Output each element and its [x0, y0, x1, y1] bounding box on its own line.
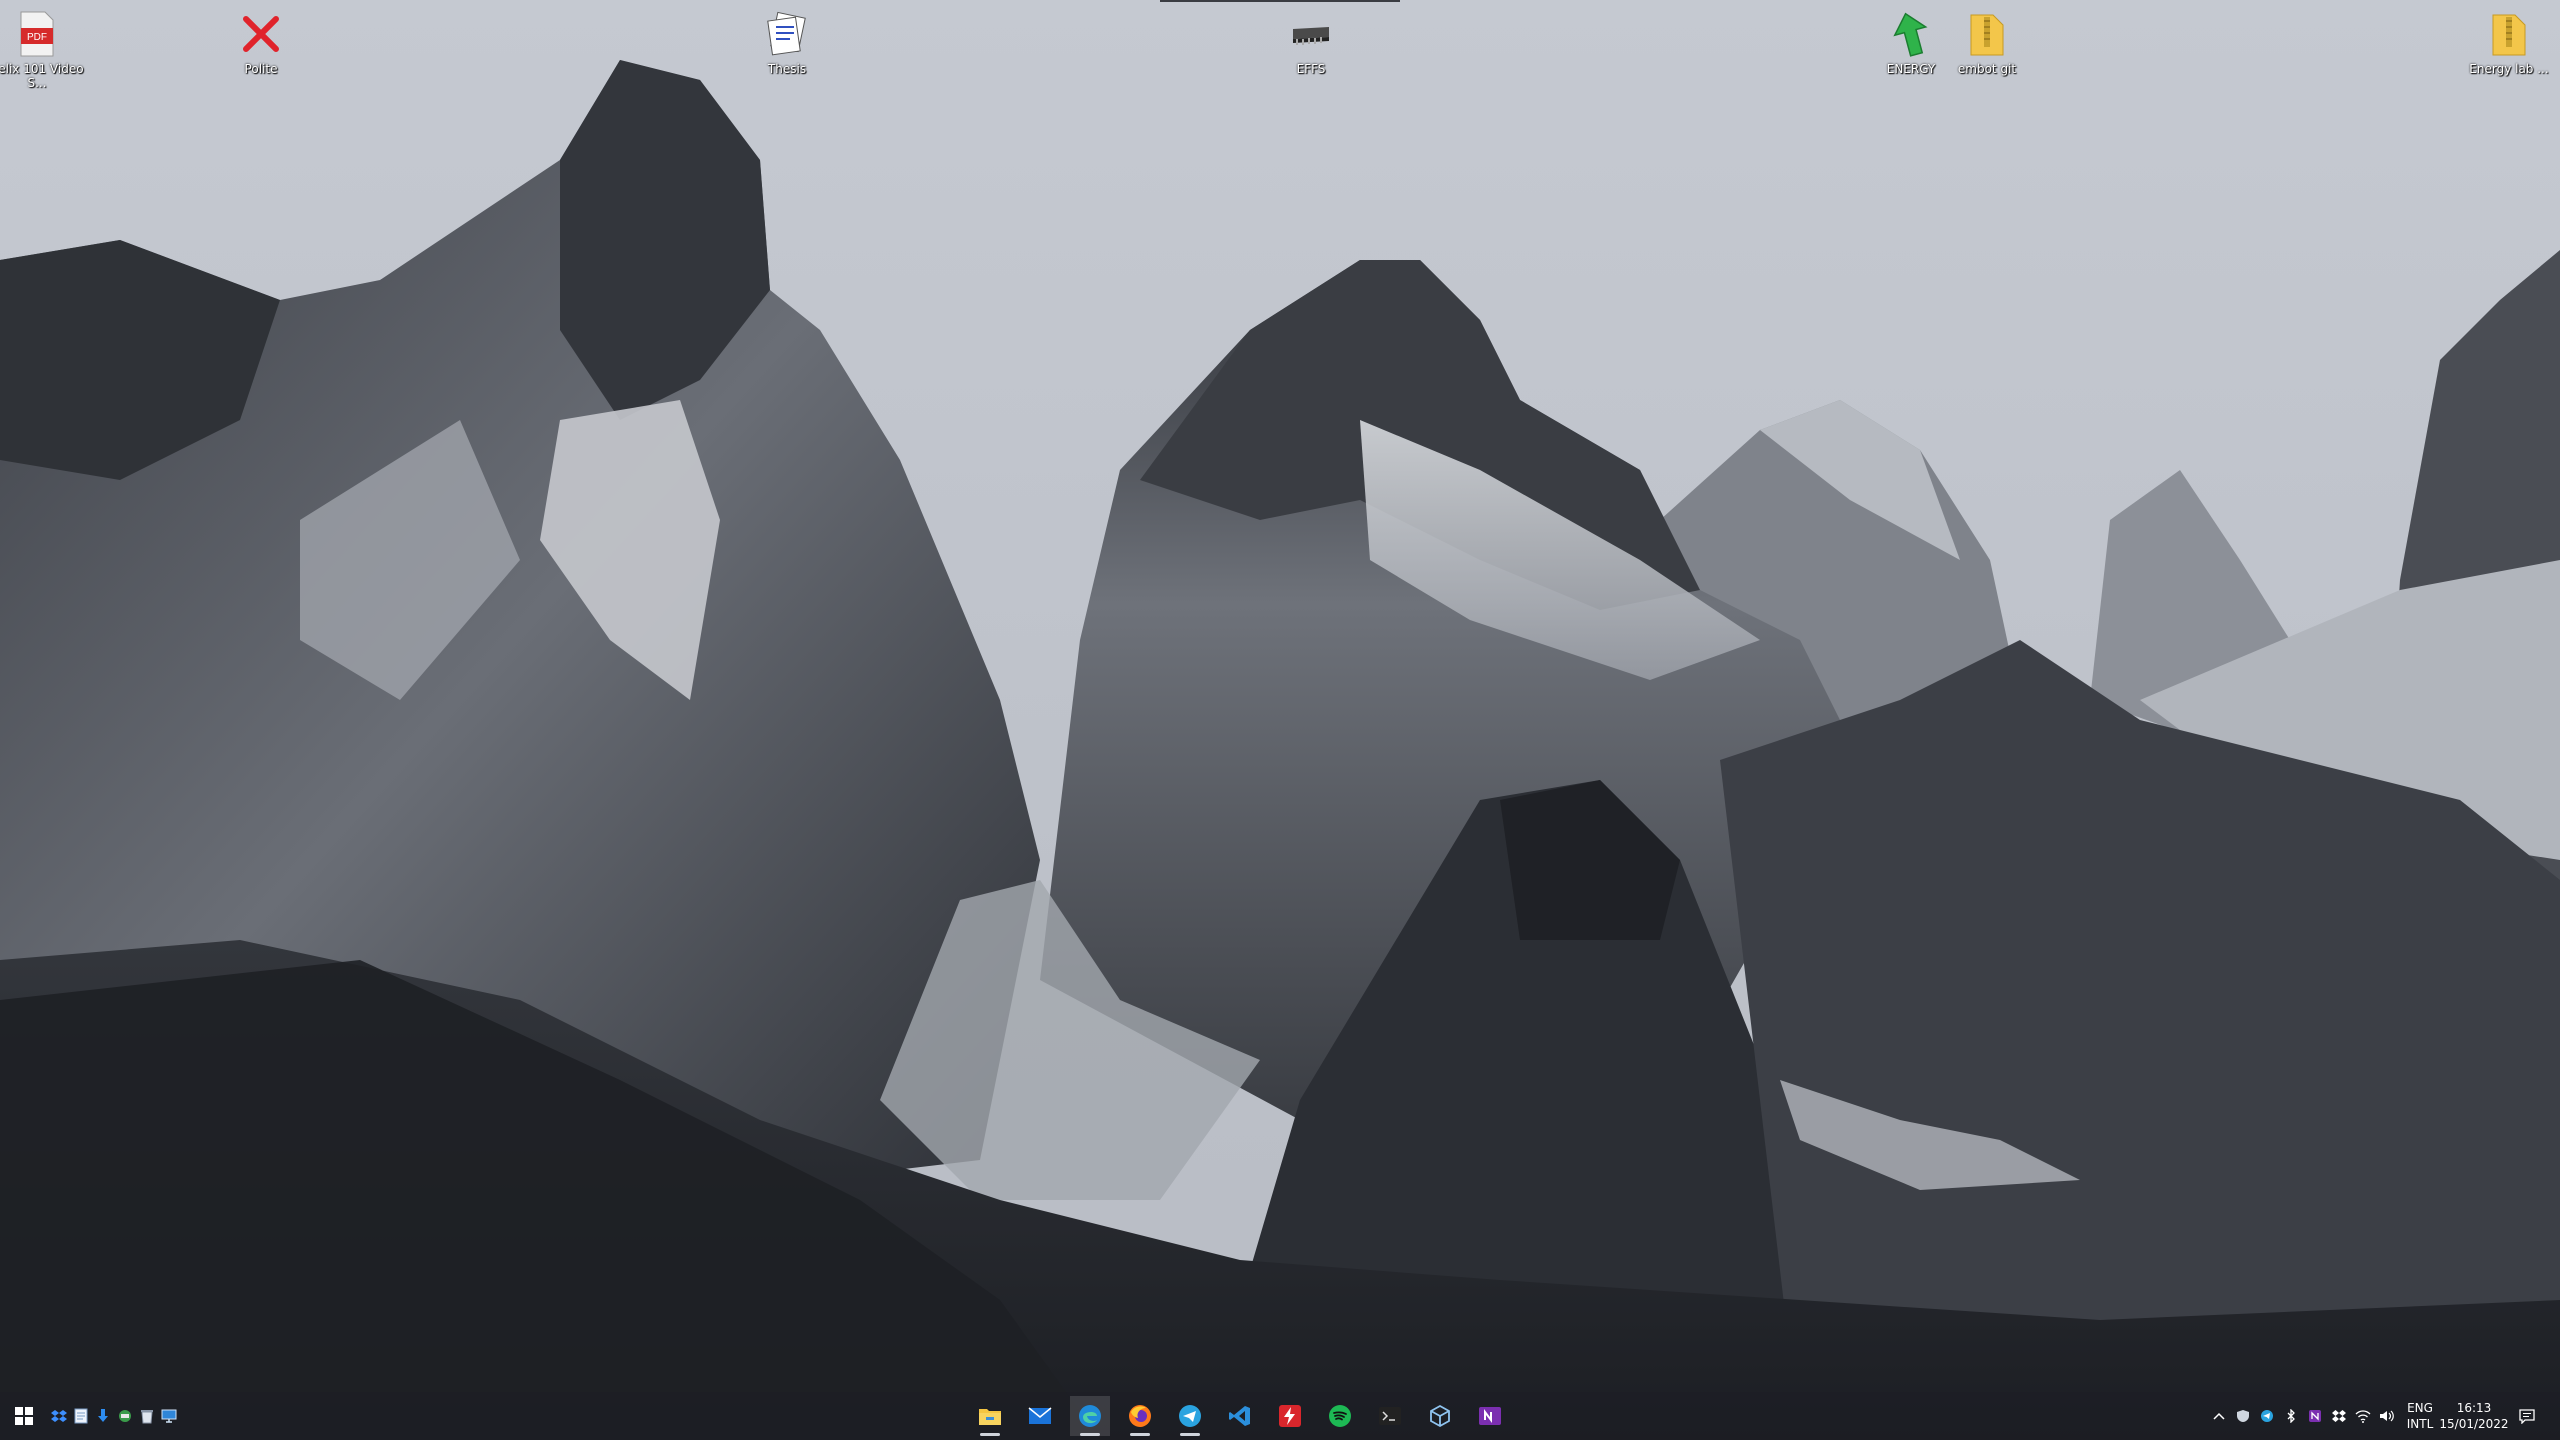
taskbar-app-mail[interactable]	[1020, 1396, 1060, 1436]
language-indicator[interactable]: ENG INTL	[2402, 1400, 2438, 1432]
tray-telegram-icon[interactable]	[2258, 1406, 2276, 1426]
svg-text:PDF: PDF	[27, 32, 47, 43]
taskbar-app-firefox[interactable]	[1120, 1396, 1160, 1436]
desktop-icon-label: Energy lab ...	[2469, 62, 2549, 76]
monitor-icon	[161, 1409, 177, 1423]
zip-folder-icon	[2483, 8, 2535, 60]
tray-volume-icon[interactable]	[2378, 1406, 2396, 1426]
green-arrow-shortcut-icon	[1885, 8, 1937, 60]
document-stack-icon	[761, 8, 813, 60]
top-edge-indicator	[1160, 0, 1400, 2]
quick-launch-notepad[interactable]	[72, 1404, 90, 1428]
3d-box-icon	[1430, 1404, 1450, 1428]
tray-bluetooth-icon[interactable]	[2282, 1406, 2300, 1426]
spotify-icon	[1329, 1405, 1351, 1427]
onenote-icon	[1479, 1407, 1501, 1425]
folder-icon	[979, 1409, 1001, 1425]
red-x-icon	[235, 8, 287, 60]
desktop-icon-label: EFFS	[1296, 62, 1326, 76]
desktop-wallpaper	[0, 0, 2560, 1440]
keyboard-layout: INTL	[2406, 1417, 2434, 1431]
taskbar-app-3d-box[interactable]	[1420, 1396, 1460, 1436]
taskbar: ENG INTL 16:13 15/01/2022	[0, 1392, 2560, 1440]
taskbar-app-terminal[interactable]	[1370, 1396, 1410, 1436]
edge-browser-icon	[1079, 1405, 1101, 1427]
desktop-icon-label: Relix 101 Video S...	[0, 62, 84, 90]
desktop-icon-label: embot git	[1957, 62, 2017, 76]
zip-folder-icon	[1961, 8, 2013, 60]
telegram-icon	[1179, 1405, 1201, 1427]
desktop-icon-polite[interactable]: Polite	[206, 8, 316, 76]
clock-date: 15/01/2022	[2439, 1417, 2509, 1431]
desktop-icon-label: Polite	[244, 62, 278, 76]
mail-icon	[1028, 1407, 1052, 1424]
recycle-icon	[141, 1410, 153, 1424]
desktop-icon-energy-lab[interactable]: Energy lab ...	[2454, 8, 2560, 76]
pdf-file-icon: PDF	[11, 8, 63, 60]
lightning-bolt-icon	[1279, 1405, 1301, 1427]
taskbar-app-telegram[interactable]	[1170, 1396, 1210, 1436]
start-button[interactable]	[4, 1396, 44, 1436]
quick-launch-download[interactable]	[94, 1404, 112, 1428]
drive-chip-icon	[1285, 8, 1337, 60]
desktop-icon-effs[interactable]: EFFS	[1256, 8, 1366, 76]
tray-defender-icon[interactable]	[2234, 1406, 2252, 1426]
action-center-button[interactable]	[2518, 1406, 2536, 1426]
desktop-icon-thesis[interactable]: Thesis	[732, 8, 842, 76]
desktop-icon-label: ENERGY	[1886, 62, 1936, 76]
taskbar-app-edge[interactable]	[1070, 1396, 1110, 1436]
tray-overflow-chevron-icon[interactable]	[2210, 1406, 2228, 1426]
tray-onenote-icon[interactable]	[2306, 1406, 2324, 1426]
taskbar-app-flash[interactable]	[1270, 1396, 1310, 1436]
desktop-icon-relix-video[interactable]: PDF Relix 101 Video S...	[0, 8, 92, 90]
language-code: ENG	[2407, 1401, 2433, 1415]
clock[interactable]: 16:13 15/01/2022	[2438, 1400, 2510, 1432]
notification-icon	[2519, 1409, 2535, 1424]
quick-launch-dropbox[interactable]	[50, 1404, 68, 1428]
clock-time: 16:13	[2456, 1401, 2492, 1415]
tray-dropbox-icon[interactable]	[2330, 1406, 2348, 1426]
firefox-icon	[1129, 1405, 1151, 1427]
dropbox-icon	[51, 1410, 67, 1422]
vscode-icon	[1229, 1406, 1250, 1426]
download-icon	[98, 1409, 108, 1422]
taskbar-app-onenote[interactable]	[1470, 1396, 1510, 1436]
terminal-icon	[1379, 1407, 1401, 1425]
taskbar-app-spotify[interactable]	[1320, 1396, 1360, 1436]
quick-launch-network-tool[interactable]	[116, 1404, 134, 1428]
tray-wifi-icon[interactable]	[2354, 1406, 2372, 1426]
windows-start-icon	[15, 1407, 33, 1425]
network-tool-icon	[119, 1410, 131, 1422]
taskbar-app-file-explorer[interactable]	[970, 1396, 1010, 1436]
notepad-icon	[74, 1408, 88, 1424]
quick-launch-recycle[interactable]	[138, 1404, 156, 1428]
quick-launch-monitor[interactable]	[160, 1404, 178, 1428]
desktop-icon-embot-git[interactable]: embot git	[1932, 8, 2042, 76]
desktop-icon-label: Thesis	[767, 62, 807, 76]
taskbar-app-vscode[interactable]	[1220, 1396, 1260, 1436]
